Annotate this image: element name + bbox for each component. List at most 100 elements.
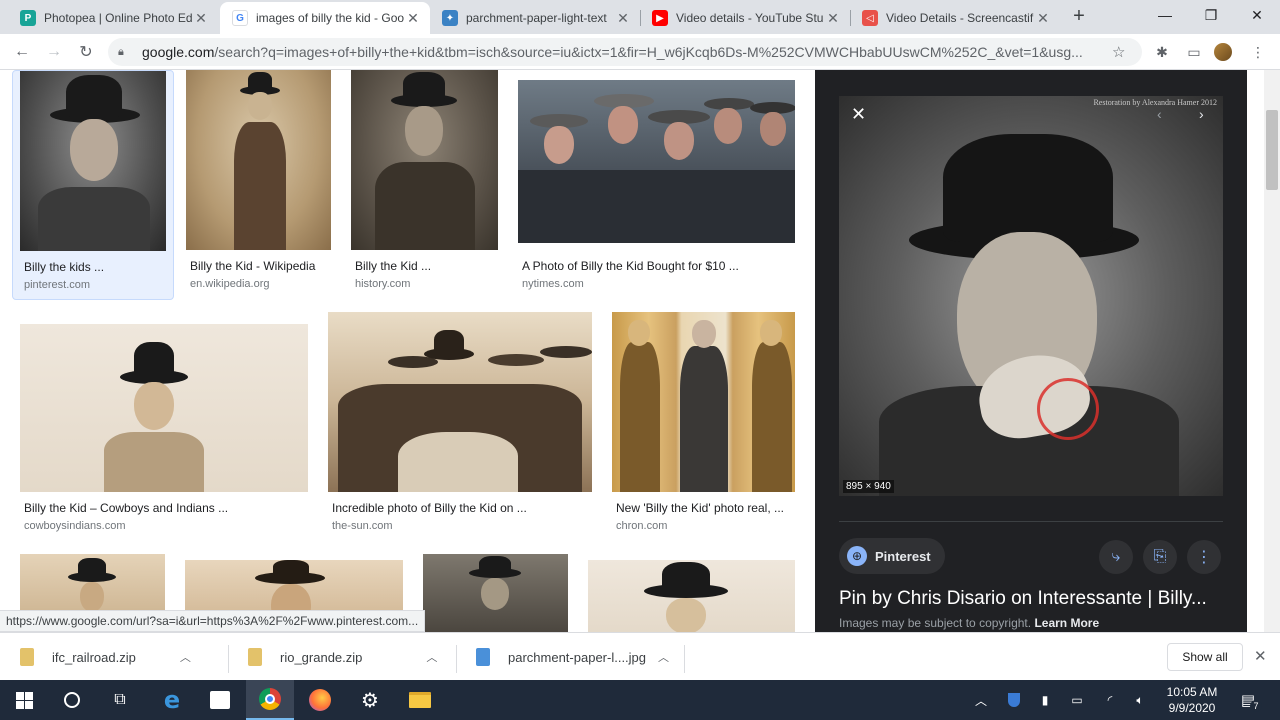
chevron-up-icon[interactable]: ︿ [180, 649, 191, 665]
result-caption[interactable]: Billy the Kid ... [355, 259, 495, 273]
chevron-up-icon[interactable]: ︿ [426, 649, 437, 665]
result-caption[interactable]: Incredible photo of Billy the Kid on ... [332, 501, 590, 515]
notifications-icon[interactable]: ▤ 7 [1236, 680, 1262, 720]
settings-gear-icon[interactable]: ⚙ [346, 680, 394, 720]
close-tab-icon[interactable]: ✕ [404, 10, 422, 27]
close-shelf-icon[interactable]: ✕ [1254, 647, 1267, 665]
result-thumbnail[interactable] [612, 312, 795, 492]
clock-time: 10:05 AM [1166, 685, 1218, 699]
close-tab-icon[interactable]: ✕ [1034, 10, 1052, 27]
tab-google-images[interactable]: G images of billy the kid - Goo ✕ [220, 2, 430, 34]
back-button[interactable]: ← [10, 40, 34, 64]
page-scrollbar[interactable] [1247, 70, 1280, 632]
close-tab-icon[interactable]: ✕ [824, 10, 842, 27]
wifi-icon[interactable]: ◜ [1100, 680, 1120, 720]
image-dimensions-label: 895 × 940 [843, 480, 894, 493]
profile-avatar[interactable] [1213, 42, 1233, 62]
result-caption[interactable]: Billy the Kid – Cowboys and Indians ... [24, 501, 306, 515]
battery-icon[interactable]: ▭ [1066, 680, 1088, 720]
forward-button[interactable]: → [42, 40, 66, 64]
result-source: history.com [355, 278, 411, 290]
show-hidden-icons[interactable]: ︿ [972, 680, 990, 720]
edge-browser-icon[interactable]: e [148, 680, 196, 720]
store-icon[interactable] [196, 680, 244, 720]
menu-icon[interactable]: ⋮ [1248, 42, 1268, 62]
download-item[interactable]: ifc_railroad.zip ︿ [20, 639, 216, 675]
copyright-notice: Images may be subject to copyright. Lear… [839, 616, 1100, 630]
close-tab-icon[interactable]: ✕ [614, 10, 632, 27]
image-result-card[interactable]: Billy the Kid – Cowboys and Indians ... … [20, 312, 308, 542]
windows-start-icon[interactable] [0, 680, 48, 720]
zip-file-icon [20, 648, 34, 666]
result-thumbnail[interactable] [518, 80, 795, 243]
extensions-icon[interactable]: ✱ [1152, 42, 1172, 62]
new-tab-button[interactable]: + [1068, 5, 1090, 27]
source-chip[interactable]: ⊕ Pinterest [839, 538, 945, 574]
image-result-card[interactable]: Billy the kids ... pinterest.com [12, 70, 174, 300]
result-caption[interactable]: New 'Billy the Kid' photo real, ... [616, 501, 794, 515]
file-explorer-icon[interactable] [396, 680, 444, 720]
image-result-card[interactable]: Incredible photo of Billy the Kid on ...… [328, 312, 592, 542]
preview-image[interactable]: Restoration by Alexandra Hamer 2012 895 … [839, 96, 1223, 496]
result-source: en.wikipedia.org [190, 278, 270, 290]
result-thumbnail[interactable] [186, 70, 331, 250]
image-result-card[interactable]: Billy the Kid - Wikipedia en.wikipedia.o… [186, 70, 332, 300]
image-result-card[interactable]: Billy the Kid ... history.com [351, 70, 498, 300]
bookmark-star-icon[interactable]: ☆ [1112, 43, 1136, 61]
result-caption[interactable]: A Photo of Billy the Kid Bought for $10 … [522, 259, 792, 273]
result-thumbnail[interactable] [328, 312, 592, 492]
downloads-shelf: ifc_railroad.zip ︿ rio_grande.zip ︿ parc… [0, 632, 1280, 680]
download-item[interactable]: rio_grande.zip ︿ [248, 639, 444, 675]
task-view-icon[interactable]: ⧉ [96, 680, 144, 720]
result-thumbnail[interactable] [351, 70, 498, 250]
minimize-button[interactable]: — [1142, 0, 1188, 30]
defender-shield-icon[interactable] [1004, 680, 1024, 720]
image-result-card[interactable]: A Photo of Billy the Kid Bought for $10 … [518, 70, 795, 300]
image-result-card[interactable] [588, 560, 795, 632]
save-bookmark-icon[interactable]: ⎘ [1143, 540, 1177, 574]
tab-parchment[interactable]: ✦ parchment-paper-light-text ✕ [430, 2, 640, 34]
preview-title[interactable]: Pin by Chris Disario on Interessante | B… [839, 588, 1231, 610]
clock[interactable]: 10:05 AM 9/9/2020 [1160, 680, 1224, 720]
usb-device-icon[interactable]: ▮ [1036, 680, 1054, 720]
source-name: Pinterest [875, 548, 931, 564]
result-caption[interactable]: Billy the Kid - Wikipedia [190, 259, 330, 273]
tab-screencastify[interactable]: ◁ Video Details - Screencastif ✕ [850, 2, 1060, 34]
firefox-icon[interactable] [296, 680, 344, 720]
learn-more-link[interactable]: Learn More [1034, 616, 1099, 630]
download-divider [684, 645, 685, 673]
download-filename: ifc_railroad.zip [52, 649, 136, 665]
reload-button[interactable]: ↻ [74, 40, 98, 64]
image-result-card[interactable] [423, 554, 568, 632]
cast-icon[interactable]: ▭ [1184, 42, 1204, 62]
chrome-icon[interactable] [246, 680, 294, 720]
tab-youtube-studio[interactable]: ▶ Video details - YouTube Stu ✕ [640, 2, 850, 34]
restore-button[interactable]: ❐ [1188, 0, 1234, 30]
download-filename: rio_grande.zip [280, 649, 363, 665]
image-results-grid: Billy the kids ... pinterest.com Billy t… [0, 70, 815, 632]
cortana-search-icon[interactable] [48, 680, 96, 720]
tab-photopea[interactable]: P Photopea | Online Photo Ed ✕ [8, 2, 218, 34]
close-tab-icon[interactable]: ✕ [192, 10, 210, 27]
result-thumbnail[interactable] [20, 71, 166, 251]
download-item[interactable]: parchment-paper-l....jpg ︿ [476, 639, 676, 675]
photopea-icon: P [20, 10, 36, 26]
close-preview-icon[interactable]: ✕ [851, 104, 866, 125]
window-close-button[interactable]: ✕ [1234, 0, 1280, 30]
result-thumbnail[interactable] [423, 554, 568, 632]
browser-toolbar: ← → ↻ 🔒︎ google.com/search?q=images+of+b… [0, 34, 1280, 70]
chevron-up-icon[interactable]: ︿ [658, 649, 669, 665]
prev-image-icon[interactable]: ‹ [1157, 106, 1162, 122]
scrollbar-thumb[interactable] [1266, 110, 1278, 190]
image-result-card[interactable]: New 'Billy the Kid' photo real, ... chro… [612, 312, 795, 542]
result-thumbnail[interactable] [588, 560, 795, 632]
result-thumbnail[interactable] [20, 324, 308, 492]
download-divider [456, 645, 457, 673]
volume-icon[interactable]: 🔈︎ [1130, 680, 1150, 720]
more-options-icon[interactable]: ⋮ [1187, 540, 1221, 574]
address-bar[interactable]: 🔒︎ google.com/search?q=images+of+billy+t… [108, 38, 1142, 66]
next-image-icon[interactable]: › [1199, 106, 1204, 122]
share-icon[interactable]: ⤷ [1099, 540, 1133, 574]
result-caption[interactable]: Billy the kids ... [24, 260, 170, 274]
show-all-button[interactable]: Show all [1167, 643, 1243, 671]
